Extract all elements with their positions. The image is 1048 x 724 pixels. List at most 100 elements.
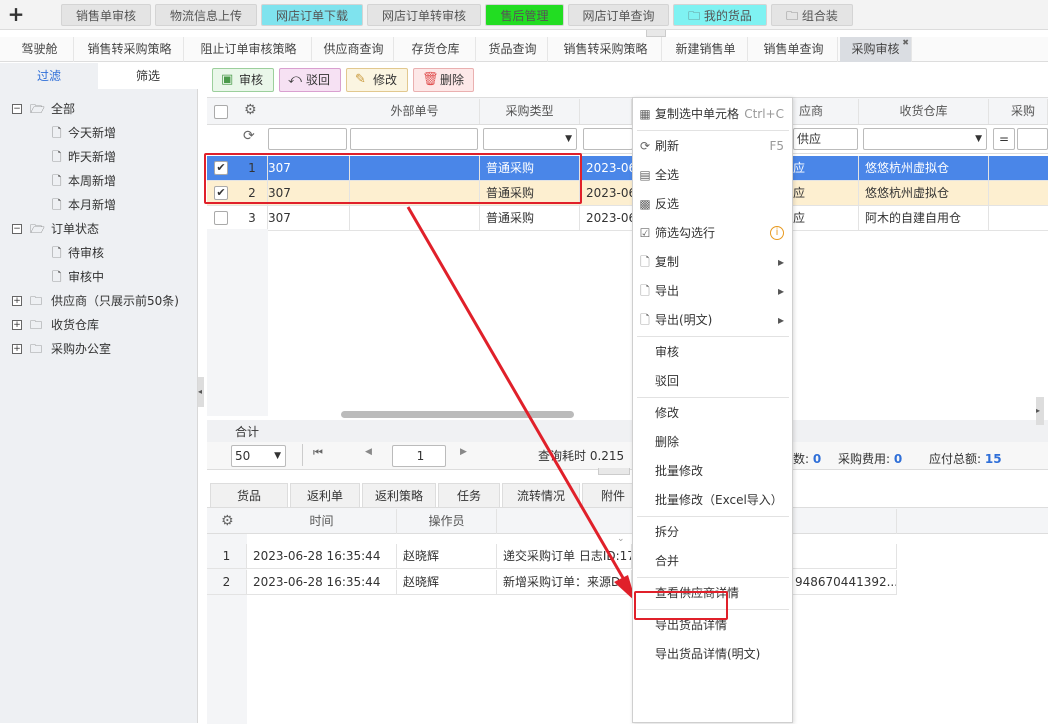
menu-item[interactable]: 审核: [633, 338, 792, 366]
tab-supplier-query[interactable]: 供应商查询: [314, 37, 394, 62]
folder-icon: 🗀: [30, 342, 43, 356]
tab-bundle[interactable]: 🗀 组合装: [771, 4, 853, 26]
warehouse: 阿木的自建自用仓: [859, 206, 989, 231]
menu-item[interactable]: ⟳ 刷新 F5: [633, 132, 792, 160]
splitter-handle[interactable]: [598, 468, 630, 475]
col-supplier[interactable]: 应商: [793, 99, 859, 124]
tab-online-order-download[interactable]: 网店订单下载: [261, 4, 363, 26]
close-icon[interactable]: ✖: [902, 30, 909, 55]
add-icon[interactable]: +: [6, 3, 26, 25]
tab-after-sales[interactable]: 售后管理: [485, 4, 564, 26]
tab-online-order-review[interactable]: 网店订单转审核: [367, 4, 481, 26]
menu-item[interactable]: 查看供应商详情: [633, 579, 792, 607]
tab-filter[interactable]: 过滤: [0, 63, 98, 89]
detail-tab[interactable]: 返利单: [290, 483, 360, 507]
expand-icon[interactable]: +: [12, 320, 22, 330]
detail-tab[interactable]: 返利策略: [362, 483, 436, 507]
external-no: [350, 206, 480, 231]
menu-item[interactable]: 批量修改（Excel导入）: [633, 486, 792, 514]
filter-purchase-type-select[interactable]: ▼: [483, 128, 577, 150]
row-checkbox[interactable]: ✔: [214, 161, 228, 175]
filter-date-input[interactable]: [583, 128, 633, 150]
menu-item[interactable]: 批量修改: [633, 457, 792, 485]
select-all-checkbox[interactable]: [214, 105, 228, 119]
filter-supplier-input[interactable]: 供应: [793, 128, 858, 150]
next-page-icon[interactable]: ▶: [460, 447, 467, 457]
menu-item[interactable]: 拆分: [633, 518, 792, 546]
tab-new-sales-order[interactable]: 新建销售单: [664, 37, 748, 62]
file-icon: 🗋: [52, 174, 62, 188]
filter-warehouse-select[interactable]: ▼: [863, 128, 987, 150]
col-purchase[interactable]: 采购: [989, 99, 1048, 124]
menu-item[interactable]: 🗋 导出(明文) ▸: [633, 306, 792, 334]
detail-tab[interactable]: 流转情况: [502, 483, 580, 507]
collapse-handle[interactable]: [646, 30, 666, 37]
menu-item[interactable]: 🗋 导出 ▸: [633, 277, 792, 305]
col-external-no[interactable]: 外部单号: [350, 99, 480, 124]
refresh-icon: ⟳: [639, 139, 651, 153]
log-content: 新增采购订单：来源Dy: [497, 570, 632, 595]
refresh-icon[interactable]: ⟳: [243, 128, 255, 144]
collapse-icon[interactable]: −: [12, 104, 22, 114]
menu-item[interactable]: 删除: [633, 428, 792, 456]
tab-select[interactable]: 筛选: [98, 63, 198, 89]
col-purchase-type[interactable]: 采购类型: [480, 99, 580, 124]
expand-icon[interactable]: +: [12, 344, 22, 354]
tab-sales-review[interactable]: 销售单审核: [61, 4, 151, 26]
menu-item[interactable]: 合并: [633, 547, 792, 575]
reject-button[interactable]: ⤺ 驳回: [279, 68, 341, 92]
menu-item[interactable]: ☑ 筛选勾选行 i: [633, 219, 792, 247]
col-warehouse[interactable]: 收货仓库: [859, 99, 989, 124]
detail-tab[interactable]: 任务: [438, 483, 500, 507]
menu-item[interactable]: 🗋 复制 ▸: [633, 248, 792, 276]
page-number-input[interactable]: 1: [392, 445, 446, 467]
filter-external-no-input[interactable]: [350, 128, 478, 150]
log-row[interactable]: 1 2023-06-28 16:35:44 赵晓辉 递交采购订单 日志ID:17: [207, 544, 897, 569]
tab-sales-to-purchase[interactable]: 销售转采购策略: [76, 37, 184, 62]
tab-online-order-query[interactable]: 网店订单查询: [568, 4, 669, 26]
right-collapse-icon[interactable]: ▸: [1036, 397, 1044, 425]
col-operator[interactable]: 操作员: [397, 509, 497, 534]
settings-gear-icon[interactable]: ⚙: [244, 102, 257, 118]
approve-button[interactable]: ▣ 审核: [212, 68, 274, 92]
tab-goods-query[interactable]: 货品查询: [478, 37, 548, 62]
menu-item[interactable]: ▤ 全选: [633, 161, 792, 189]
detail-tab[interactable]: 货品: [210, 483, 288, 507]
collapse-icon[interactable]: −: [12, 224, 22, 234]
tab-sales-to-purchase-2[interactable]: 销售转采购策略: [550, 37, 662, 62]
tab-my-goods[interactable]: 🗀 我的货品: [673, 4, 767, 26]
delete-button[interactable]: 🗑 删除: [413, 68, 474, 92]
col-date[interactable]: [580, 99, 632, 124]
tab-cockpit[interactable]: 驾驶舱: [6, 37, 74, 62]
file-icon: 🗋: [52, 270, 62, 284]
tab-sales-order-query[interactable]: 销售单查询: [750, 37, 838, 62]
log-settings-gear-icon[interactable]: ⚙: [221, 513, 234, 529]
table-row[interactable]: ✔ 2 307 普通采购 2023-06 应悠悠杭州虚拟仓: [207, 181, 1048, 206]
expand-icon[interactable]: +: [12, 296, 22, 306]
filter-operator[interactable]: =: [993, 128, 1015, 150]
log-row[interactable]: 2 2023-06-28 16:35:44 赵晓辉 新增采购订单：来源Dy 948670…: [207, 570, 897, 595]
table-row[interactable]: 3 307 普通采购 2023-06 应阿木的自建自用仓: [207, 206, 1048, 231]
menu-item[interactable]: 驳回: [633, 367, 792, 395]
filter-code-input[interactable]: [268, 128, 347, 150]
tab-inventory-warehouse[interactable]: 存货仓库: [396, 37, 476, 62]
row-checkbox[interactable]: ✔: [214, 186, 228, 200]
menu-item[interactable]: ▦ 复制选中单元格 Ctrl+C: [633, 100, 792, 128]
menu-item[interactable]: 修改: [633, 399, 792, 427]
row-checkbox[interactable]: [214, 211, 228, 225]
table-row[interactable]: ✔ 1 307 普通采购 2023-06 应悠悠杭州虚拟仓: [207, 156, 1048, 181]
col-time[interactable]: 时间: [247, 509, 397, 534]
tab-logistics-upload[interactable]: 物流信息上传: [155, 4, 257, 26]
left-collapse-icon[interactable]: ◂: [198, 377, 204, 407]
page-size-select[interactable]: 50 ▼: [231, 445, 286, 467]
filter-purchase-input[interactable]: [1017, 128, 1048, 150]
first-page-icon[interactable]: ⏮: [313, 446, 323, 460]
horizontal-scrollbar[interactable]: [341, 411, 574, 418]
menu-item[interactable]: ▩ 反选: [633, 190, 792, 218]
menu-item[interactable]: 导出货品详情: [633, 611, 792, 639]
menu-item[interactable]: 导出货品详情(明文): [633, 640, 792, 668]
prev-page-icon[interactable]: ◀: [365, 447, 372, 457]
edit-button[interactable]: ✎ 修改: [346, 68, 408, 92]
tab-block-order[interactable]: 阻止订单审核策略: [186, 37, 312, 62]
tab-purchase-review[interactable]: 采购审核 ✖: [840, 37, 912, 62]
